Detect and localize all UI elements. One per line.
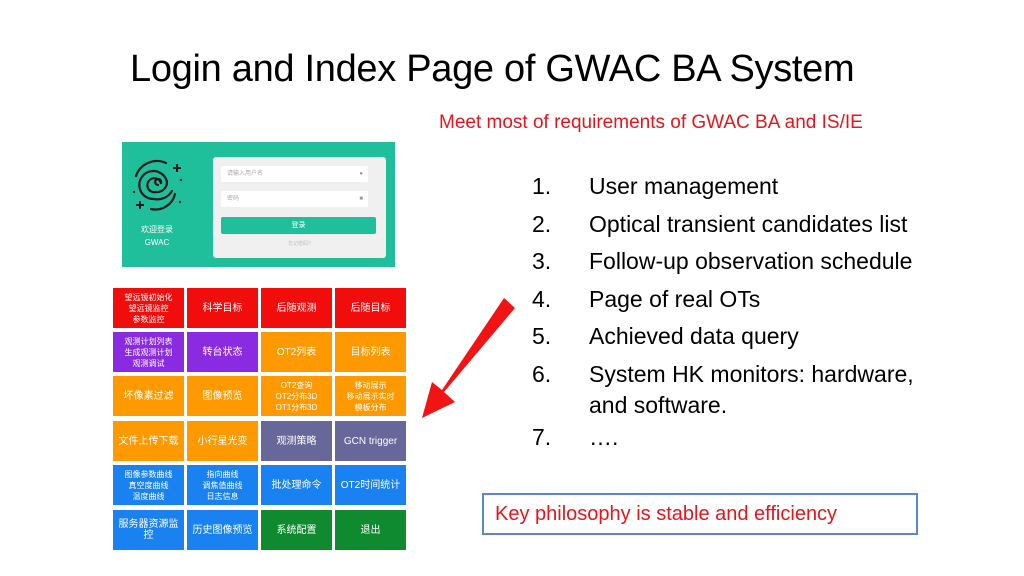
menu-tile[interactable]: 文件上传下载 (113, 421, 184, 461)
menu-tile[interactable]: OT2时间统计 (335, 465, 406, 505)
menu-tile[interactable]: 指向曲线 调焦值曲线 日志信息 (187, 465, 258, 505)
menu-tile[interactable]: 观测策略 (261, 421, 332, 461)
forgot-password-link[interactable]: 忘记密码? (213, 240, 386, 247)
feature-number: 3. (532, 248, 552, 274)
menu-tile[interactable]: 后随目标 (335, 288, 406, 328)
key-philosophy-box: Key philosophy is stable and efficiency (482, 493, 918, 535)
red-arrow-icon (422, 298, 515, 418)
feature-text-line-1: System HK monitors: hardware, (589, 360, 914, 387)
feature-text: User management (589, 173, 779, 199)
password-placeholder: 密码 (227, 196, 240, 202)
user-icon: ● (359, 171, 363, 177)
feature-text: …. (589, 423, 619, 450)
lock-icon: ■ (359, 196, 363, 202)
menu-tile[interactable]: 转台状态 (187, 332, 258, 372)
feature-text: System HK monitors: hardware, and softwar… (589, 356, 914, 421)
slide-subtitle: Meet most of requirements of GWAC BA and… (439, 112, 863, 133)
menu-tile[interactable]: 图像参数曲线 真空度曲线 温度曲线 (113, 465, 184, 505)
menu-tile[interactable]: 图像预览 (187, 376, 258, 416)
menu-tile[interactable]: OT2列表 (261, 332, 332, 372)
password-field[interactable]: 密码 ■ (221, 191, 368, 207)
feature-text: Page of real OTs (589, 285, 761, 312)
menu-tile[interactable]: OT2查询 OT2分布3D OT1分布3D (261, 376, 332, 416)
menu-tile[interactable]: 望远镜初始化 望远镜监控 参数监控 (113, 288, 184, 328)
login-card: 请输入用户名 ● 密码 ■ 登录 忘记密码? (213, 157, 386, 258)
menu-tile[interactable]: 服务器资源监控 (113, 510, 184, 550)
menu-tile[interactable]: 退出 (335, 510, 406, 550)
galaxy-logo-icon (132, 159, 183, 211)
feature-number: 7. (532, 423, 552, 450)
feature-text: Achieved data query (589, 323, 799, 349)
menu-tile[interactable]: 小行星光变 (187, 421, 258, 461)
slide-title: Login and Index Page of GWAC BA System (130, 48, 855, 90)
login-button[interactable]: 登录 (221, 217, 376, 234)
welcome-text: 欢迎登录 GWAC (122, 223, 192, 249)
feature-text-line-2: and software. (589, 391, 728, 418)
feature-number: 5. (532, 323, 552, 349)
login-page-screenshot: 欢迎登录 GWAC 请输入用户名 ● 密码 ■ 登录 忘记密码? (122, 142, 395, 267)
feature-number: 1. (532, 173, 552, 199)
feature-number: 6. (532, 360, 552, 387)
menu-tile[interactable]: 批处理命令 (261, 465, 332, 505)
feature-number: 2. (532, 210, 552, 237)
menu-tile[interactable]: 系统配置 (261, 510, 332, 550)
menu-tile[interactable]: 移动展示 移动展示实时 模板分布 (335, 376, 406, 416)
username-placeholder: 请输入用户名 (227, 171, 264, 177)
feature-text: Optical transient candidates list (589, 210, 908, 237)
menu-tile[interactable]: 历史图像预览 (187, 510, 258, 550)
menu-tile[interactable]: 科学目标 (187, 288, 258, 328)
menu-tile[interactable]: 目标列表 (335, 332, 406, 372)
username-field[interactable]: 请输入用户名 ● (221, 166, 368, 182)
menu-tile[interactable]: GCN trigger (335, 421, 406, 461)
feature-text: Follow-up observation schedule (589, 248, 913, 274)
welcome-line-2: GWAC (144, 238, 170, 247)
menu-tile[interactable]: 观测计划列表 生成观测计划 观测调试 (113, 332, 184, 372)
menu-tile[interactable]: 坏像素过滤 (113, 376, 184, 416)
menu-tile[interactable]: 后随观测 (261, 288, 332, 328)
welcome-line-1: 欢迎登录 (141, 225, 173, 234)
feature-number: 4. (532, 285, 552, 312)
